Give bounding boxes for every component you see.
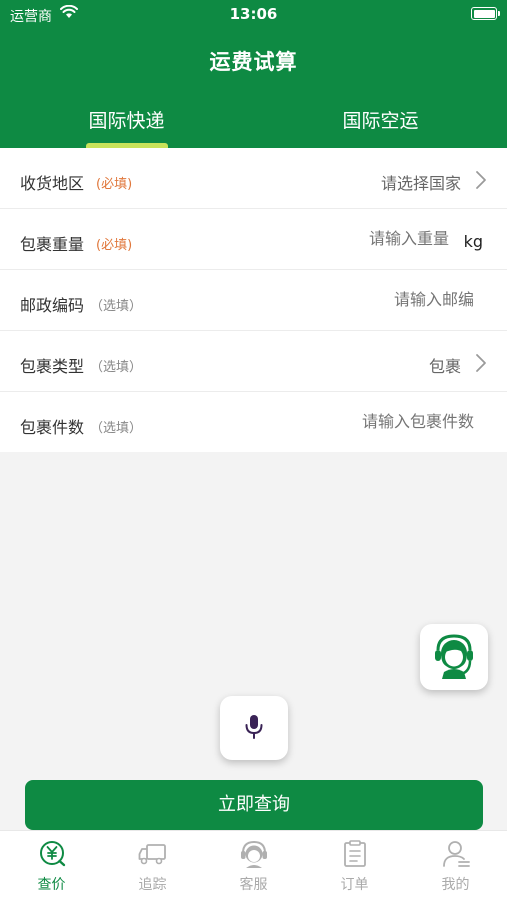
chevron-right-icon [476,171,486,189]
headset-icon [435,634,473,679]
form-row-weight: 包裹重量 (必填) kg [0,209,507,270]
customer-service-button[interactable] [420,624,488,690]
header: 运营商 13:06 运费试算 国际快递 国际空运 [0,0,507,148]
profile-icon [443,841,470,867]
tabbar-item-profile[interactable]: 我的 [405,831,506,900]
bottom-tab-bar: 查价 追踪 客服 订单 我的 [0,830,507,900]
form-row-package-count: 包裹件数 （选填） [0,392,507,452]
package-type-label: 包裹类型 [20,357,85,376]
required-tag: (必填) [96,177,133,192]
form-row-destination[interactable]: 收货地区 (必填) 请选择国家 [0,148,507,209]
package-type-select[interactable]: 包裹 [429,353,461,377]
destination-label: 收货地区 [20,174,85,193]
status-time: 13:06 [229,5,278,23]
microphone-icon [245,715,263,739]
tabbar-label: 我的 [441,877,470,893]
weight-unit: kg [463,232,483,251]
tabbar-item-service[interactable]: 客服 [203,831,304,900]
truck-icon [138,844,166,865]
chevron-right-icon [476,354,486,372]
country-select[interactable]: 请选择国家 [381,170,461,194]
order-icon [344,840,366,867]
optional-tag: （选填） [90,299,143,314]
tabbar-label: 追踪 [138,877,167,893]
tabbar-item-orders[interactable]: 订单 [304,831,405,900]
postcode-input[interactable] [294,290,474,309]
tabbar-item-tracking[interactable]: 追踪 [102,831,203,900]
postcode-label: 邮政编码 [20,296,85,315]
package-count-input[interactable] [274,412,474,431]
required-tag: (必填) [96,238,133,253]
tab-international-air[interactable]: 国际空运 [254,106,507,133]
voice-input-button[interactable] [220,696,288,760]
weight-input[interactable] [269,229,449,248]
status-bar: 运营商 13:06 [0,0,507,28]
tabbar-label: 客服 [239,877,268,893]
page-title: 运费试算 [209,50,298,74]
tab-international-express[interactable]: 国际快递 [0,106,253,133]
package-count-label: 包裹件数 [20,418,85,437]
form-row-postcode: 邮政编码 （选填） [0,270,507,331]
weight-label: 包裹重量 [20,235,85,254]
battery-icon [471,7,500,20]
headset-icon [241,840,267,868]
optional-tag: （选填） [90,360,143,375]
optional-tag: （选填） [90,421,143,436]
query-button[interactable]: 立即查询 [25,780,483,830]
tabbar-label: 订单 [340,877,369,893]
tabbar-label: 查价 [37,877,66,893]
shipping-form: 收货地区 (必填) 请选择国家 包裹重量 (必填) kg 邮政编码 （选填） 包… [0,148,507,452]
price-icon [40,841,66,867]
form-row-package-type[interactable]: 包裹类型 （选填） 包裹 [0,331,507,392]
tabbar-item-price[interactable]: 查价 [1,831,102,900]
